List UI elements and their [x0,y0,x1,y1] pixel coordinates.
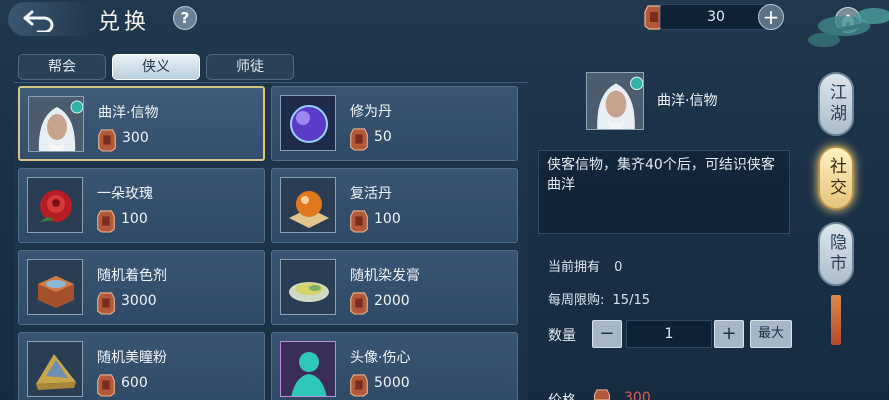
weekly-limit-label: 每周限购: [548,293,605,308]
back-arrow-icon [23,10,54,32]
item-name: 修为丹 [350,104,392,120]
item-card-random-hair-dye[interactable]: 随机染发膏 2000 [271,250,518,325]
orange-pill-icon [280,177,336,233]
token-coin-icon [350,210,368,233]
item-name: 随机染发膏 [350,268,420,284]
weekly-limit-row: 每周限购: 15/15 [548,289,650,308]
avatar-silhouette-icon [280,341,336,397]
decrease-quantity-button[interactable]: − [592,320,622,348]
token-coin-icon [98,129,116,152]
hair-dye-dish-icon [280,259,336,315]
token-coin-icon [350,128,368,151]
item-card-rose[interactable]: 一朵玫瑰 100 [18,168,265,243]
item-price: 300 [122,130,149,146]
token-coin-icon [350,292,368,315]
increase-quantity-button[interactable]: + [714,320,744,348]
side-nav-social[interactable]: 社交 [818,146,854,210]
item-card-revive-pill[interactable]: 复活丹 100 [271,168,518,243]
item-price: 50 [374,129,392,145]
currency-value: 30 [707,9,725,25]
help-button[interactable]: ? [173,6,197,30]
tassel-decoration [831,295,841,345]
detail-item-name: 曲洋·信物 [657,93,718,109]
pine-branch-icon [804,8,889,47]
add-currency-button[interactable]: + [758,4,784,30]
token-coin-icon [97,292,115,315]
item-price: 600 [121,375,148,391]
item-price: 100 [121,211,148,227]
portrait-white-hair-icon [28,96,84,152]
quantity-label: 数量 [548,328,576,344]
owned-label: 当前拥有 [548,260,601,275]
owned-value: 0 [614,260,623,275]
portrait-white-hair-icon [586,72,644,130]
item-name: 一朵玫瑰 [97,186,153,202]
token-coin-icon [97,374,115,397]
item-card-avatar-sad[interactable]: 头像·伤心 5000 [271,332,518,400]
currency-display: 30 [660,4,770,30]
item-name: 头像·伤心 [350,350,411,366]
powder-cloth-icon [27,341,83,397]
price-value: 300 [624,390,651,400]
item-name: 随机美瞳粉 [97,350,167,366]
tab-mentor[interactable]: 师徒 [206,54,294,80]
item-name: 随机着色剂 [97,268,167,284]
item-card-random-dye[interactable]: 随机着色剂 3000 [18,250,265,325]
owned-row: 当前拥有 0 [548,256,622,275]
token-coin-icon [97,210,115,233]
price-label: 价格 [548,390,576,400]
dye-box-icon [27,259,83,315]
back-button[interactable] [8,2,92,36]
item-card-random-eye-powder[interactable]: 随机美瞳粉 600 [18,332,265,400]
token-coin-icon [594,389,610,400]
side-nav-market[interactable]: 隐市 [818,222,854,286]
weekly-limit-value: 15/15 [612,293,650,308]
item-price: 5000 [374,375,410,391]
item-name: 曲洋·信物 [98,105,159,121]
item-price: 100 [374,211,401,227]
item-price: 3000 [121,293,157,309]
item-card-cultivation-pill[interactable]: 修为丹 50 [271,86,518,161]
header: 兑换 ? 30 + [0,0,889,40]
max-quantity-button[interactable]: 最大 [750,320,792,348]
token-coin-icon [350,374,368,397]
tab-chivalry[interactable]: 侠义 [112,54,200,80]
item-card-quyang-token[interactable]: 曲洋·信物 300 [18,86,265,161]
item-name: 复活丹 [350,186,392,202]
purple-orb-icon [280,95,336,151]
category-tabs: 帮会 侠义 师徒 [18,54,294,80]
item-description: 侠客信物，集齐40个后，可结识侠客曲洋 [538,150,790,234]
item-price: 2000 [374,293,410,309]
page-title: 兑换 [98,10,151,35]
red-rose-icon [27,177,83,233]
quantity-input[interactable]: 1 [626,320,712,348]
side-nav-jianghu[interactable]: 江湖 [818,72,854,136]
tab-guild[interactable]: 帮会 [18,54,106,80]
